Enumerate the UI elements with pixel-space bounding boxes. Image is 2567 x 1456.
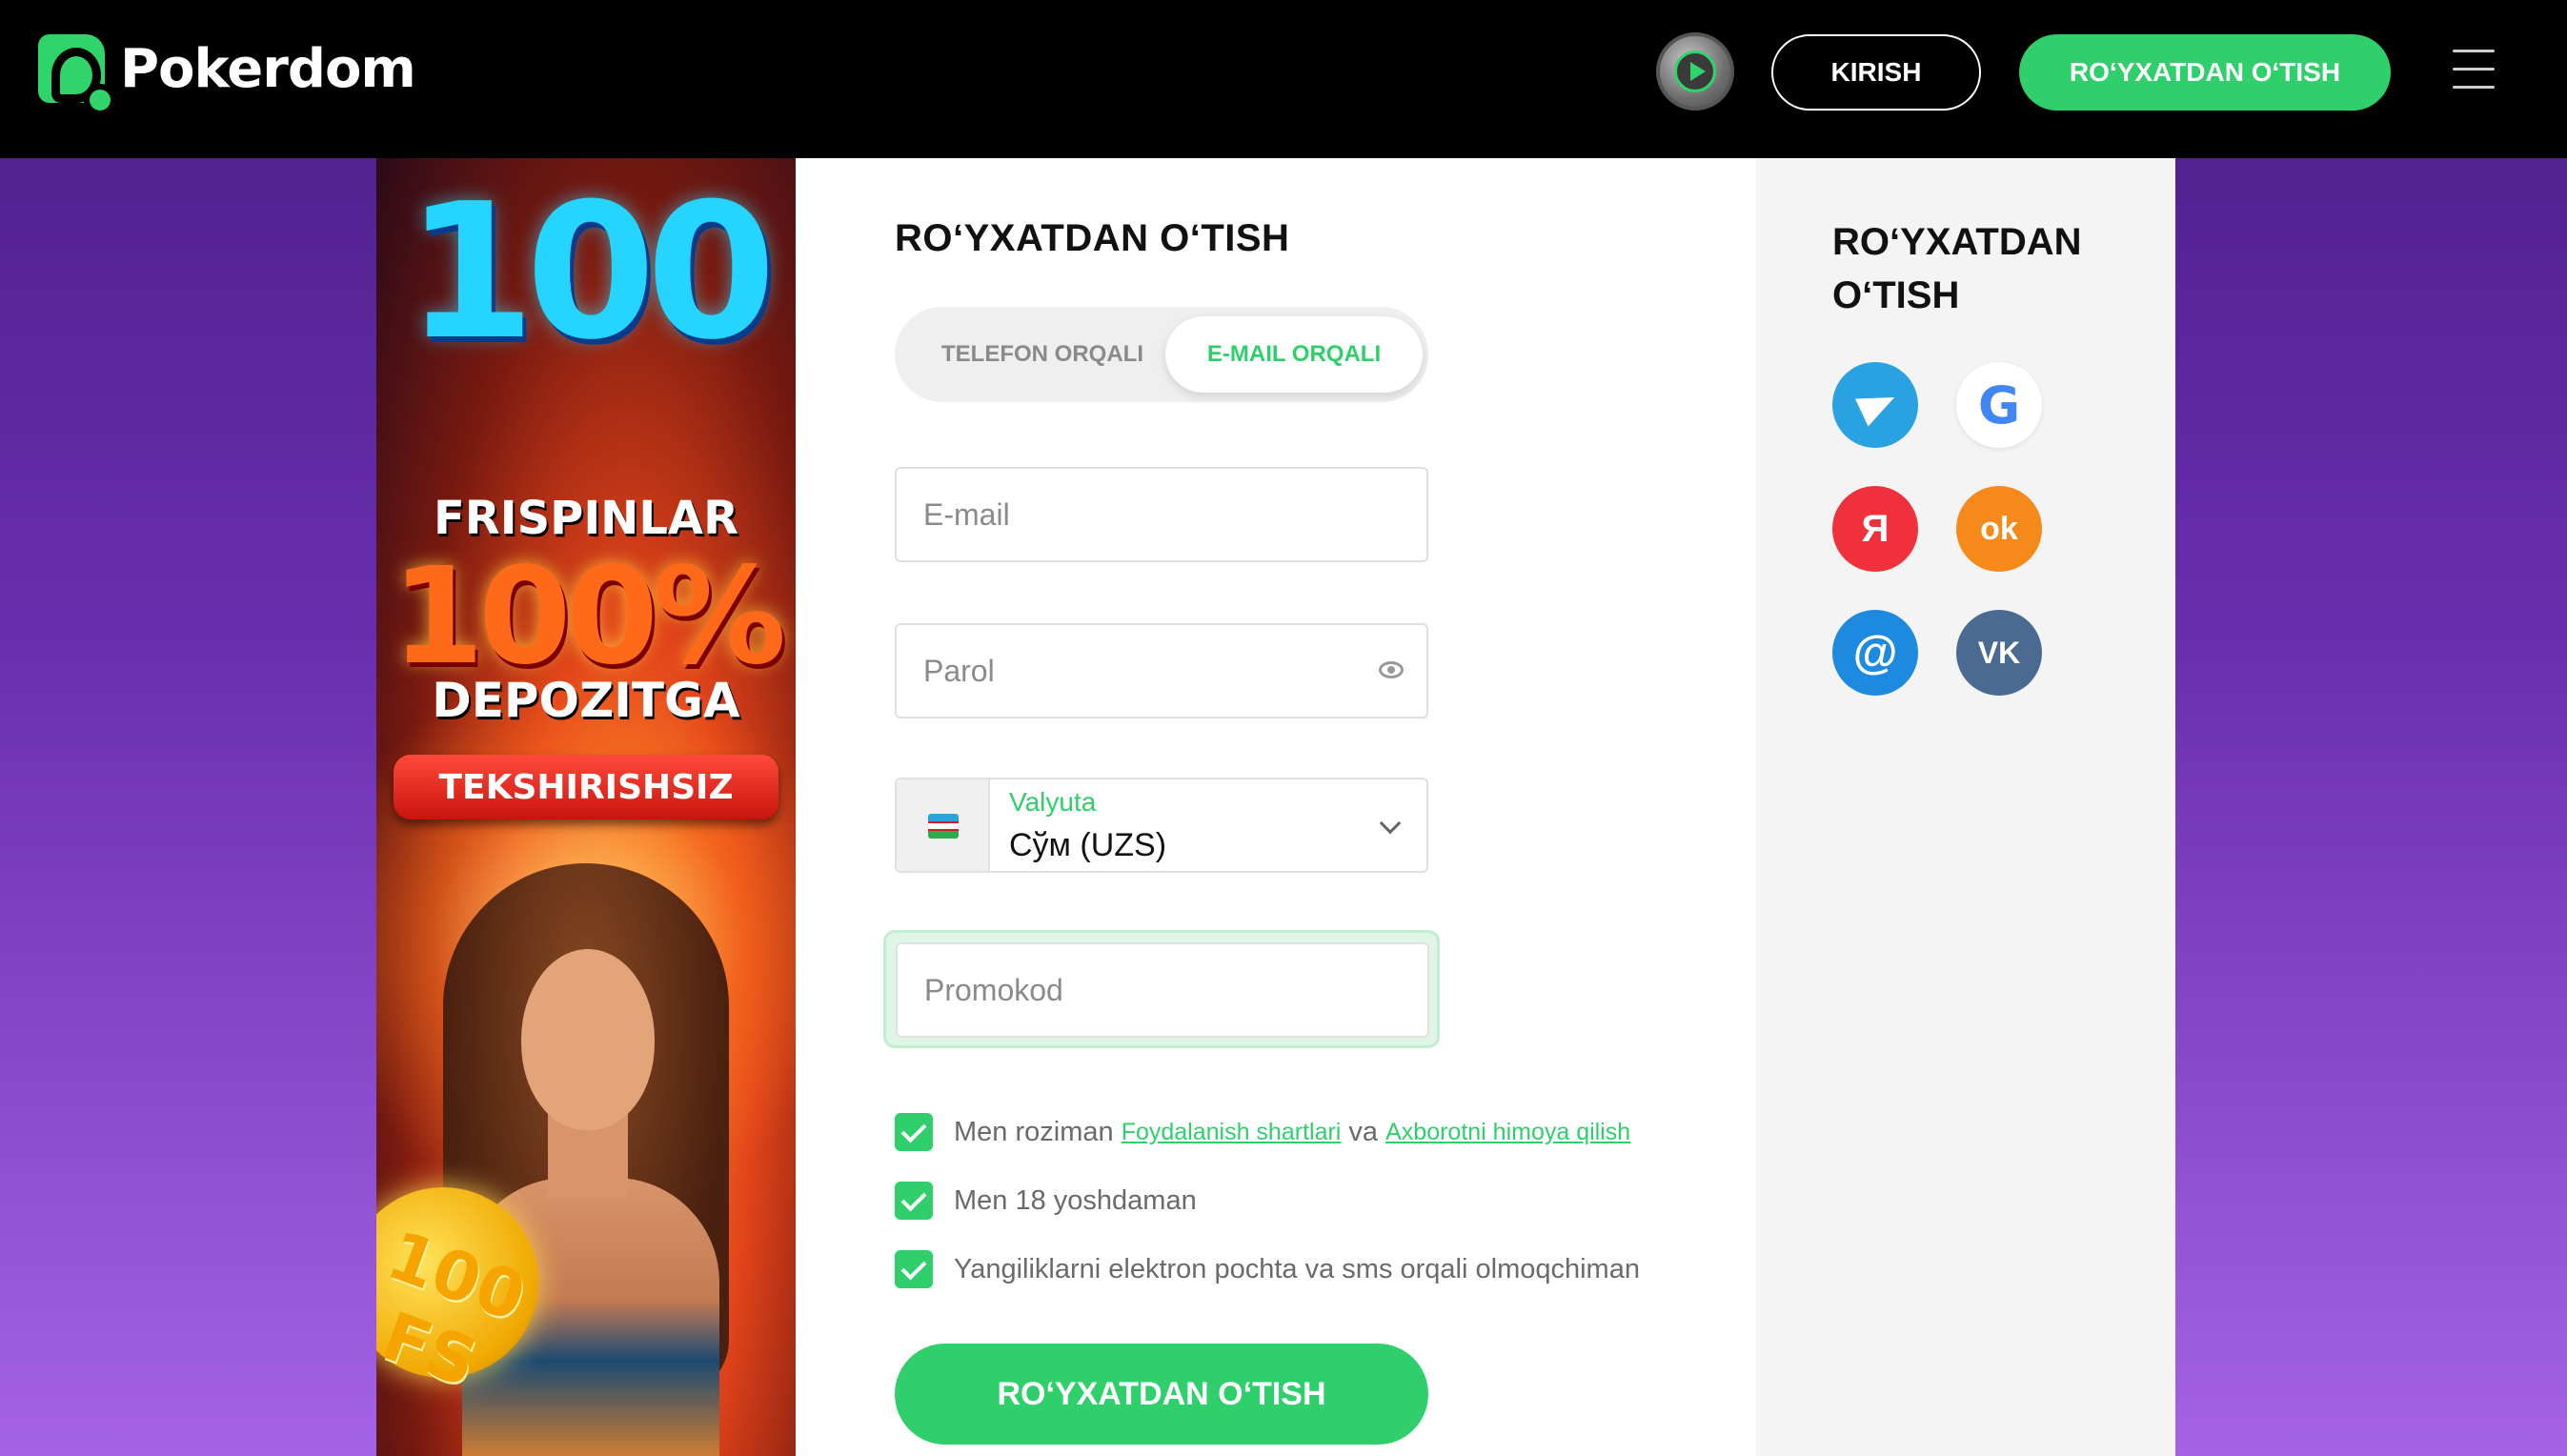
registration-method-toggle: TELEFON ORQALI E-MAIL ORQALI [895, 307, 1428, 402]
currency-value: Сўм (UZS) [1009, 827, 1167, 863]
social-title: RO‘YXATDAN O‘TISH [1832, 221, 2082, 316]
terms-checkbox-row: Men roziman Foydalanish shartlari va Axb… [895, 1111, 1630, 1153]
age-label: Men 18 yoshdaman [954, 1184, 1197, 1216]
tab-phone[interactable]: TELEFON ORQALI [914, 316, 1171, 393]
password-field-wrapper [895, 623, 1428, 718]
currency-label: Valyuta [1009, 787, 1097, 817]
news-checkbox[interactable] [895, 1250, 933, 1288]
promocode-input[interactable] [898, 944, 1427, 1036]
menu-icon[interactable] [2453, 50, 2495, 91]
promocode-field-wrapper [896, 942, 1429, 1038]
yandex-icon[interactable]: Я [1832, 486, 1918, 572]
uzbekistan-flag-icon [928, 814, 959, 839]
news-label: Yangiliklarni elektron pochta va sms orq… [954, 1253, 1640, 1284]
tab-email[interactable]: E-MAIL ORQALI [1165, 316, 1423, 393]
age-checkbox[interactable] [895, 1182, 933, 1220]
chevron-down-icon [1379, 812, 1402, 835]
yandex-glyph: Я [1861, 507, 1890, 550]
pokerdom-logo[interactable]: Pokerdom [38, 34, 416, 116]
promo-line-freespins: FRISPINLAR [433, 492, 739, 545]
email-field-wrapper [895, 467, 1428, 562]
login-button[interactable]: KIRISH [1771, 34, 1981, 111]
live-play-button[interactable] [1656, 32, 1734, 111]
email-input[interactable] [897, 469, 1426, 560]
play-icon [1674, 51, 1716, 92]
terms-checkbox[interactable] [895, 1113, 933, 1151]
odnoklassniki-icon[interactable]: ok [1956, 486, 2042, 572]
google-glyph: G [1977, 374, 2021, 435]
promo-banner: 100 FRISPINLAR 100% DEPOZITGA TEKSHIRISH… [376, 158, 796, 1456]
flag-box [897, 779, 990, 871]
vk-icon[interactable]: VK [1956, 610, 2042, 696]
vk-glyph: VK [1977, 635, 2021, 670]
telegram-icon[interactable] [1832, 362, 1918, 448]
mail-glyph: @ [1852, 627, 1898, 678]
logo-mark-icon [38, 34, 116, 116]
terms-link[interactable]: Foydalanish shartlari [1122, 1119, 1342, 1146]
age-checkbox-row: Men 18 yoshdaman [895, 1180, 1197, 1222]
eye-icon[interactable] [1379, 661, 1404, 678]
currency-select[interactable]: Valyuta Сўм (UZS) [895, 778, 1428, 873]
ok-glyph: ok [1980, 510, 2018, 547]
register-submit-button[interactable]: RO‘YXATDAN O‘TISH [895, 1344, 1428, 1445]
promo-ribbon: TEKSHIRISHSIZ [394, 755, 778, 819]
promo-line-deposit: DEPOZITGA [432, 673, 740, 728]
top-navigation-bar: Pokerdom KIRISH RO‘YXATDAN O‘TISH [0, 0, 2567, 158]
promocode-focus-ring [883, 930, 1440, 1048]
terms-prefix: Men roziman [954, 1116, 1114, 1147]
social-registration-panel: RO‘YXATDAN O‘TISH G Я ok @ VK [1756, 158, 2175, 1456]
promo-percent: 100% [391, 539, 787, 695]
form-title: RO‘YXATDAN O‘TISH [895, 217, 1290, 259]
mail-icon[interactable]: @ [1832, 610, 1918, 696]
promo-big-number: 100 [405, 164, 776, 381]
news-checkbox-row: Yangiliklarni elektron pochta va sms orq… [895, 1248, 1640, 1290]
google-icon[interactable]: G [1956, 362, 2042, 448]
header-register-button[interactable]: RO‘YXATDAN O‘TISH [2019, 34, 2391, 111]
brand-name: Pokerdom [120, 37, 416, 100]
registration-form-panel: RO‘YXATDAN O‘TISH TELEFON ORQALI E-MAIL … [796, 158, 1756, 1456]
privacy-link[interactable]: Axborotni himoya qilish [1385, 1119, 1630, 1146]
password-input[interactable] [897, 625, 1426, 717]
terms-and: va [1348, 1116, 1379, 1147]
